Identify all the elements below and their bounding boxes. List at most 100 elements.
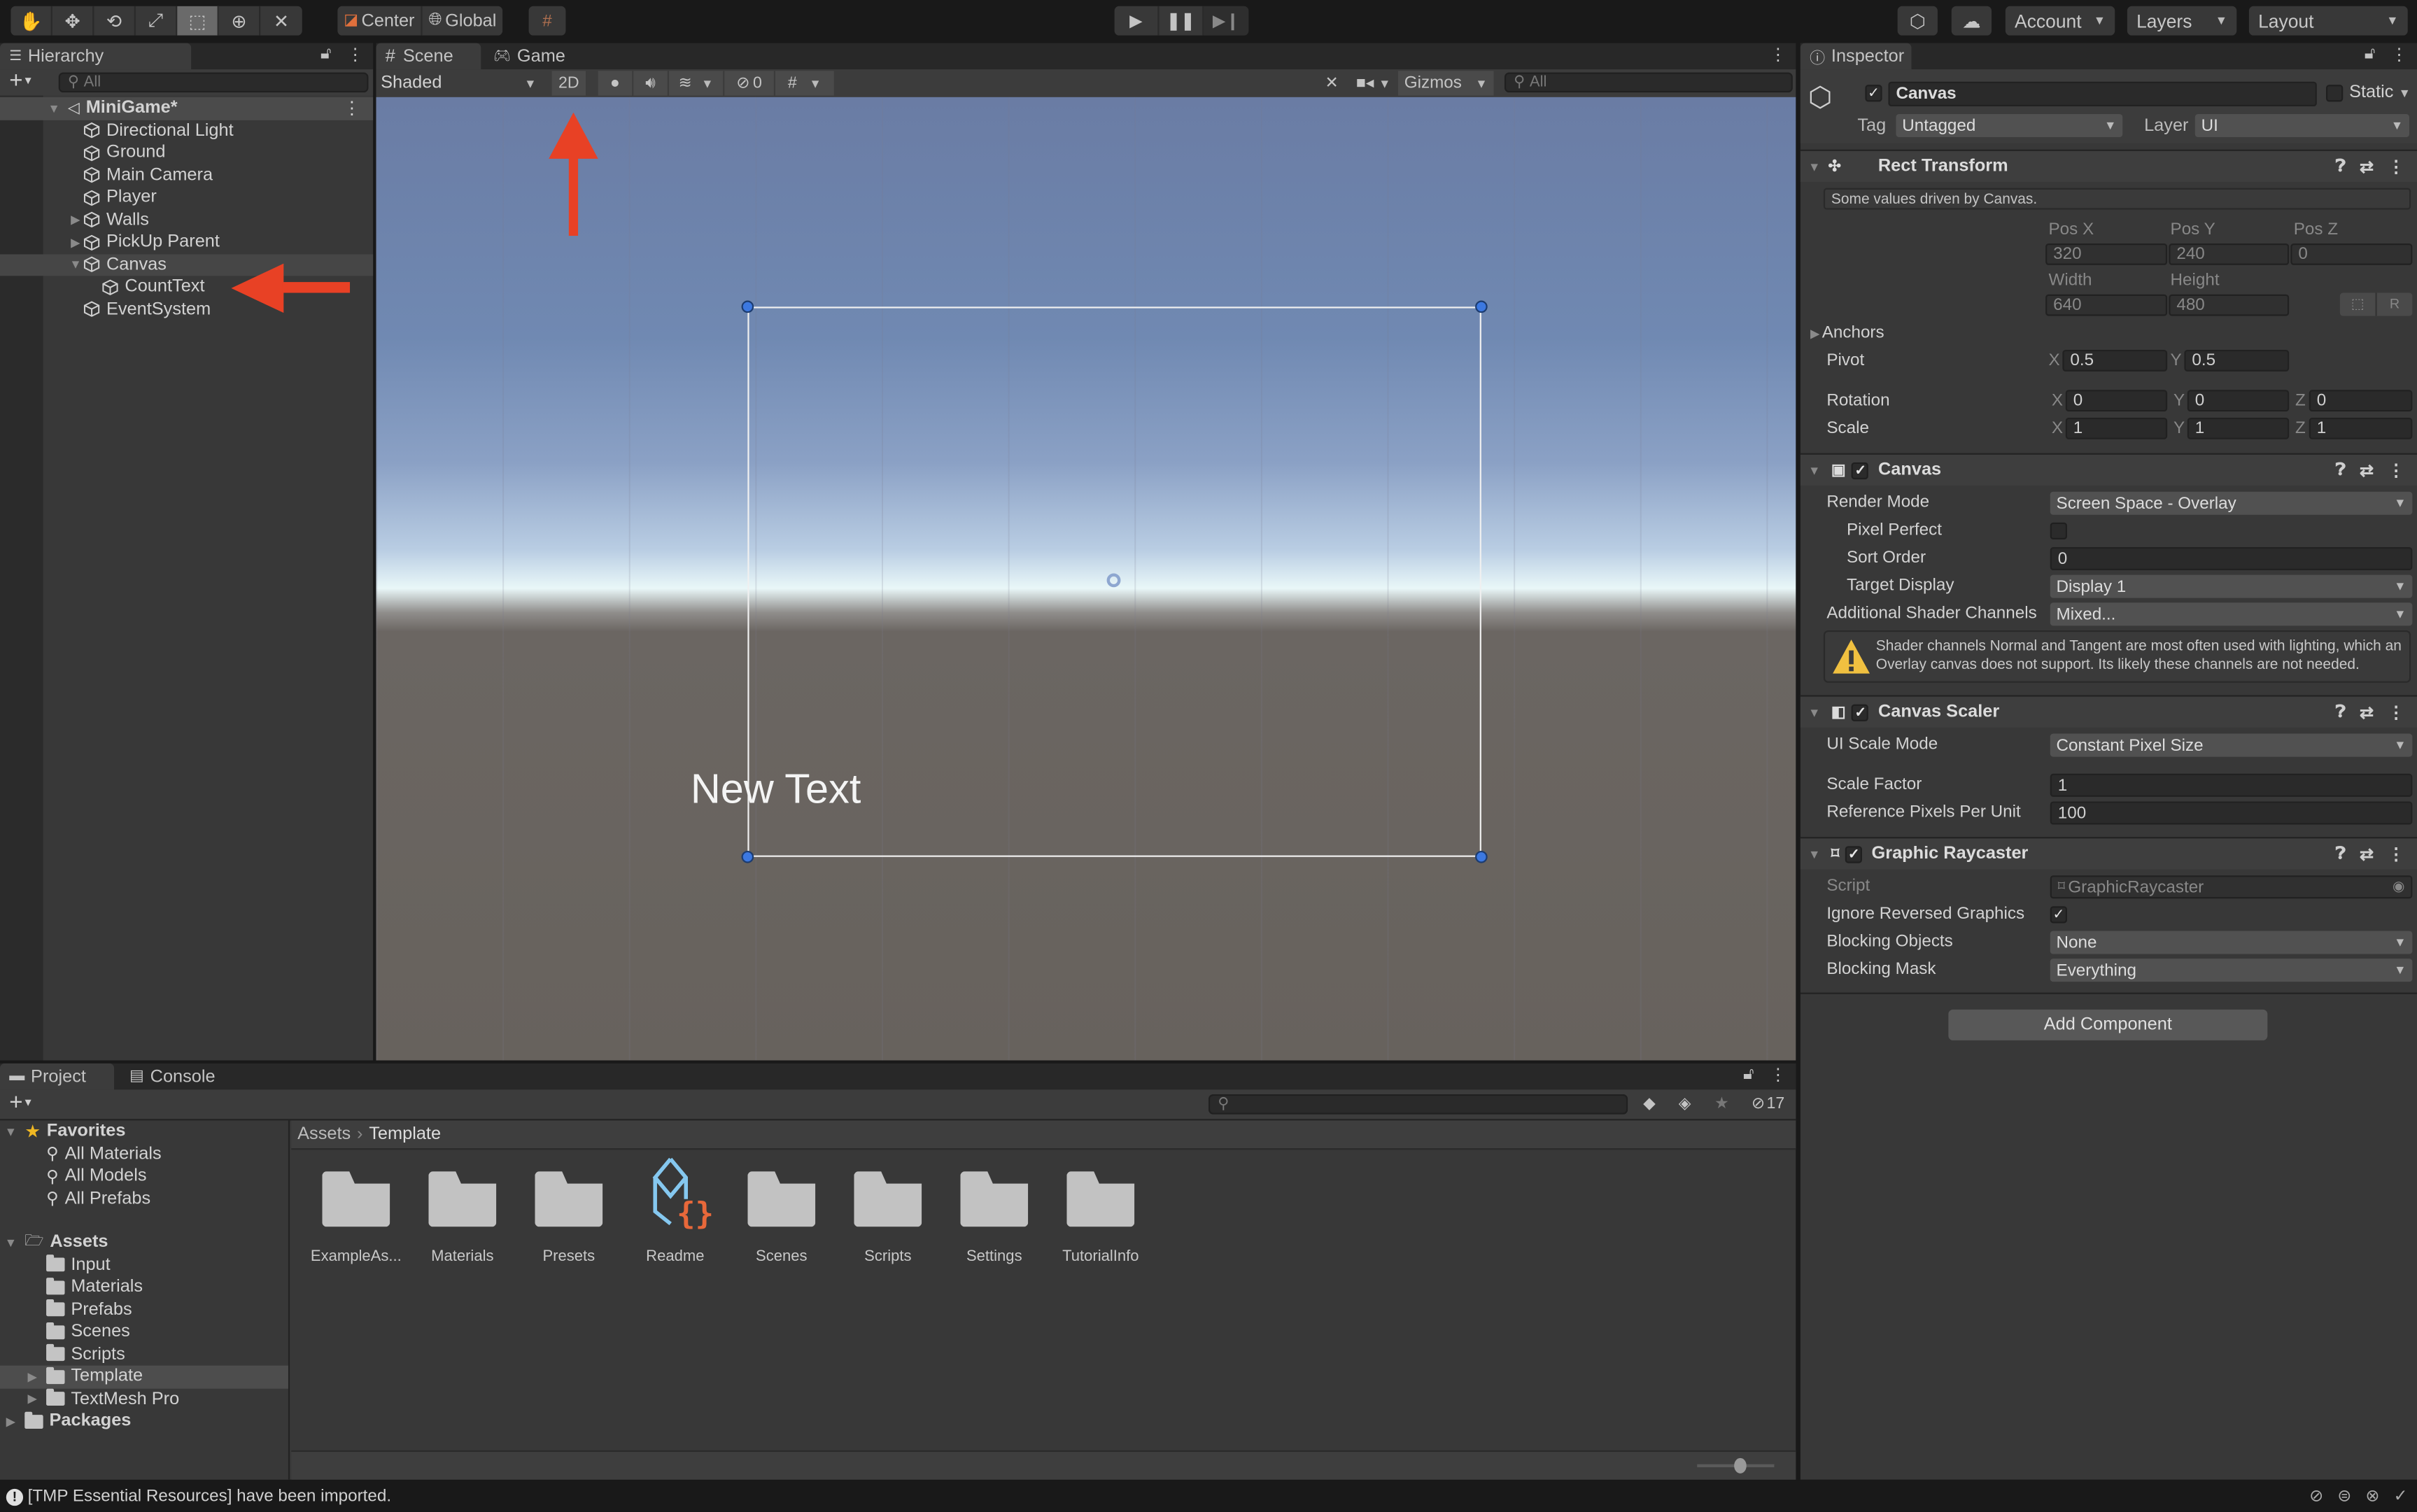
more-options-icon[interactable]: ⋮ [1770, 1065, 1787, 1084]
hierarchy-search-input[interactable]: ⚲ All [58, 72, 369, 93]
scale-y-field[interactable]: 1 [2187, 417, 2290, 439]
ref-ppu-field[interactable]: 100 [2050, 801, 2413, 825]
asset-folder-item[interactable]: Scripts [0, 1343, 288, 1366]
audio-toggle[interactable]: 🔊︎ [633, 71, 668, 96]
auto-generate-lighting-icon[interactable]: ⊗ [2365, 1485, 2379, 1506]
rect-transform-header[interactable]: ▼ ✣ Rect Transform ❓︎ ⇄ ⋮ [1800, 149, 2417, 182]
asset-folder-item[interactable]: ▶ Template [0, 1365, 288, 1388]
asset-folder-item[interactable]: Prefabs [0, 1299, 288, 1321]
expand-arrow-icon[interactable]: ▶ [68, 235, 83, 249]
scene-viewport[interactable]: New Text [376, 97, 1796, 1061]
collapse-arrow-icon[interactable]: ▼ [1807, 463, 1822, 477]
layout-dropdown[interactable]: Layout ▼ [2248, 6, 2408, 36]
canvas-new-text[interactable]: New Text [691, 766, 861, 814]
static-dropdown[interactable]: Static ▼ [2349, 83, 2411, 101]
script-field[interactable]: ⌑ GraphicRaycaster ◉ [2050, 875, 2413, 899]
play-button[interactable]: ▶ [1115, 6, 1160, 36]
step-button[interactable]: ▶❙ [1204, 6, 1249, 36]
rect-handle-top-right[interactable] [1475, 300, 1488, 313]
more-options-icon[interactable]: ⋮ [347, 45, 364, 64]
hierarchy-item[interactable]: ▶ PickUp Parent [0, 231, 373, 253]
tab-game[interactable]: 🎮︎ Game [484, 43, 575, 69]
hierarchy-item[interactable]: Directional Light [0, 120, 373, 142]
tab-scene[interactable]: # Scene [376, 43, 481, 70]
render-mode-dropdown[interactable]: Screen Space - Overlay ▼ [2050, 491, 2413, 515]
asset-folder-tile[interactable]: Scenes [734, 1171, 830, 1265]
scene-root-row[interactable]: ▼ ◁ MiniGame* ⋮ [0, 97, 374, 120]
scale-x-field[interactable]: 1 [2065, 417, 2168, 439]
status-message[interactable]: [TMP Essential Resources] have been impo… [28, 1488, 391, 1506]
hierarchy-item[interactable]: Ground [0, 142, 373, 164]
width-field[interactable]: 640 [2045, 294, 2168, 316]
ignore-reversed-checkbox[interactable]: ✓ [2050, 906, 2067, 924]
pivot-mode-toggle[interactable]: ◪ Center [337, 6, 423, 36]
help-icon[interactable]: ❓︎ [2336, 460, 2346, 481]
lock-icon[interactable]: 🔓︎ [1743, 1065, 1754, 1085]
grid-snap-button[interactable]: # [529, 6, 566, 36]
save-search-button[interactable]: ★ [1703, 1091, 1740, 1116]
cloud-button[interactable]: ☁ [1952, 6, 1992, 36]
collapse-arrow-icon[interactable]: ▼ [1807, 705, 1822, 719]
expand-arrow-icon[interactable]: ▼ [68, 257, 83, 271]
pivot-handle[interactable] [1106, 573, 1121, 588]
presets-icon[interactable]: ⇄ [2360, 157, 2374, 176]
breadcrumb-template[interactable]: Template [369, 1125, 441, 1143]
sort-order-field[interactable]: 0 [2050, 546, 2413, 571]
favorite-item[interactable]: ⚲ All Models [0, 1165, 288, 1187]
create-add-button[interactable]: +▼ [9, 68, 34, 94]
asset-folder-tile[interactable]: TutorialInfo [1053, 1171, 1149, 1265]
icon-size-slider[interactable] [1697, 1457, 1775, 1474]
blueprint-mode-button[interactable]: ⬚ [2340, 292, 2377, 316]
target-display-dropdown[interactable]: Display 1 ▼ [2050, 574, 2413, 598]
breadcrumb-assets[interactable]: Assets [297, 1125, 351, 1143]
hand-tool-button[interactable]: ✋ [10, 6, 52, 36]
object-active-checkbox[interactable]: ✓ [1865, 85, 1882, 102]
add-component-button[interactable]: Add Component [1948, 1009, 2268, 1040]
presets-icon[interactable]: ⇄ [2360, 702, 2374, 722]
asset-folder-item[interactable]: Scenes [0, 1321, 288, 1343]
pos-z-field[interactable]: 0 [2290, 243, 2413, 265]
pos-y-field[interactable]: 240 [2169, 243, 2290, 265]
transform-tool-button[interactable]: ⊕ [219, 6, 261, 36]
asset-folder-tile[interactable]: Materials [415, 1171, 511, 1265]
search-by-type-button[interactable]: ◆ [1632, 1091, 1667, 1116]
scene-more-icon[interactable]: ⋮ [343, 97, 360, 119]
shader-channels-dropdown[interactable]: Mixed... ▼ [2050, 602, 2413, 626]
pixel-perfect-checkbox[interactable] [2050, 522, 2067, 539]
hierarchy-item[interactable]: Player [0, 187, 373, 209]
progress-complete-icon[interactable]: ✓ [2393, 1485, 2407, 1506]
rotation-z-field[interactable]: 0 [2309, 390, 2413, 412]
canvas-enabled-checkbox[interactable]: ✓ [1852, 461, 1869, 479]
collapse-arrow-icon[interactable]: ▼ [1807, 847, 1822, 861]
tag-dropdown[interactable]: Untagged ▼ [1896, 114, 2123, 138]
pos-x-field[interactable]: 320 [2045, 243, 2168, 265]
raw-edit-button[interactable]: R [2377, 293, 2413, 316]
2d-mode-toggle[interactable]: 2D [551, 71, 586, 96]
tab-inspector[interactable]: ⓘ Inspector [1800, 43, 1912, 70]
help-icon[interactable]: ❓︎ [2336, 702, 2346, 722]
tab-project[interactable]: ▬ Project [0, 1063, 115, 1090]
asset-folder-tile[interactable]: Presets [521, 1171, 617, 1265]
plastic-scm-button[interactable]: ⬡ [1898, 6, 1938, 36]
hierarchy-item[interactable]: Main Camera [0, 164, 373, 187]
rect-tool-button[interactable]: ⬚ [177, 6, 219, 36]
tab-hierarchy[interactable]: ☰ Hierarchy [0, 43, 192, 70]
rect-handle-top-left[interactable] [741, 300, 754, 313]
expand-arrow-icon[interactable]: ▼ [46, 101, 62, 115]
lock-icon[interactable]: 🔓︎ [320, 45, 332, 65]
favorite-item[interactable]: ⚲ All Prefabs [0, 1187, 288, 1210]
rotate-tool-button[interactable]: ⟲ [94, 6, 136, 36]
collapse-arrow-icon[interactable]: ▼ [3, 1124, 18, 1138]
packages-root-row[interactable]: ▶ Packages [0, 1411, 288, 1433]
asset-readme-tile[interactable]: {} Readme [628, 1157, 724, 1265]
cache-server-icon[interactable]: ⊜ [2337, 1485, 2351, 1506]
tab-console[interactable]: ▤ Console [120, 1064, 225, 1089]
ui-scale-mode-dropdown[interactable]: Constant Pixel Size ▼ [2050, 733, 2413, 757]
graphic-raycaster-header[interactable]: ▼ ⌑ ✓ Graphic Raycaster ❓︎ ⇄ ⋮ [1800, 837, 2417, 870]
scale-tool-button[interactable]: ⤢ [136, 6, 178, 36]
help-icon[interactable]: ❓︎ [2336, 157, 2346, 177]
favorite-item[interactable]: ⚲ All Materials [0, 1143, 288, 1165]
more-options-icon[interactable]: ⋮ [2391, 45, 2408, 64]
pause-button[interactable]: ❚❚ [1160, 6, 1204, 36]
raycaster-enabled-checkbox[interactable]: ✓ [1845, 845, 1863, 863]
